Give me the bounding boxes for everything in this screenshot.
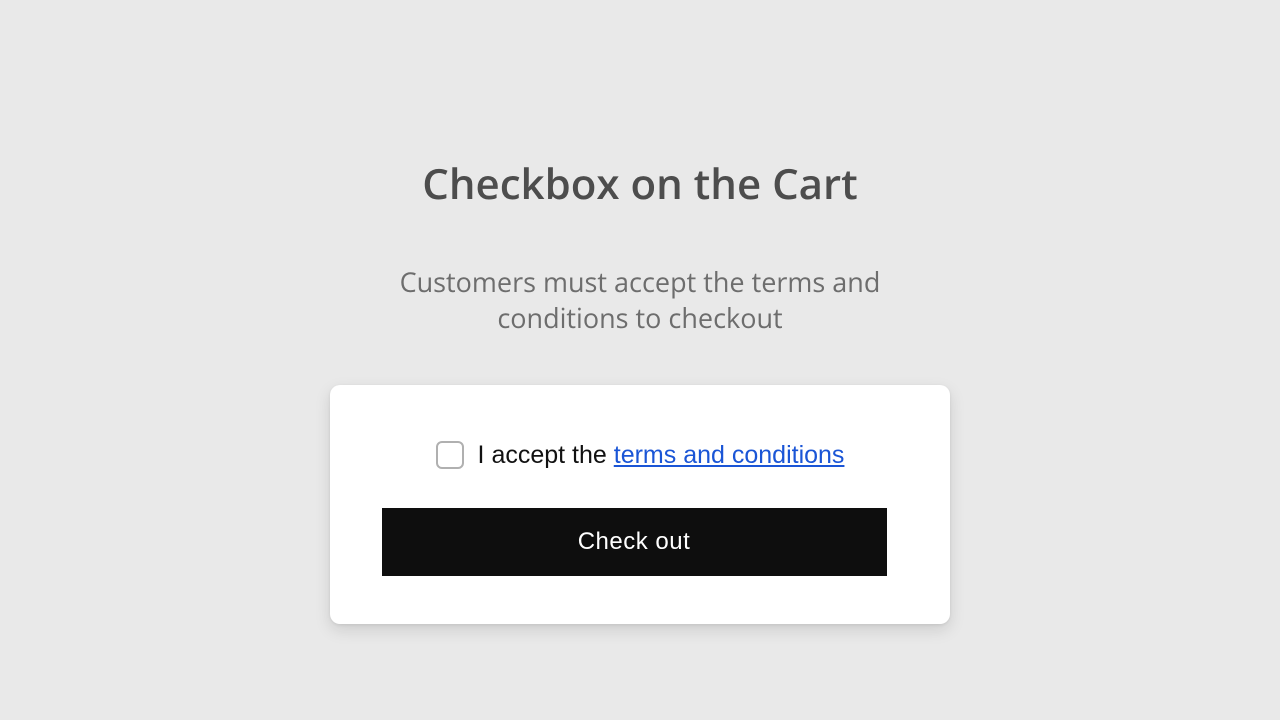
page-subheading: Customers must accept the terms and cond… <box>380 264 900 337</box>
terms-link[interactable]: terms and conditions <box>614 441 845 469</box>
accept-checkbox[interactable] <box>436 441 464 469</box>
accept-row: I accept the terms and conditions <box>382 441 898 470</box>
accept-label-prefix: I accept the <box>478 441 614 469</box>
page-heading: Checkbox on the Cart <box>422 155 858 212</box>
accept-label-wrapper: I accept the terms and conditions <box>478 441 845 470</box>
terms-card: I accept the terms and conditions Check … <box>330 385 950 624</box>
checkout-button[interactable]: Check out <box>382 508 887 576</box>
